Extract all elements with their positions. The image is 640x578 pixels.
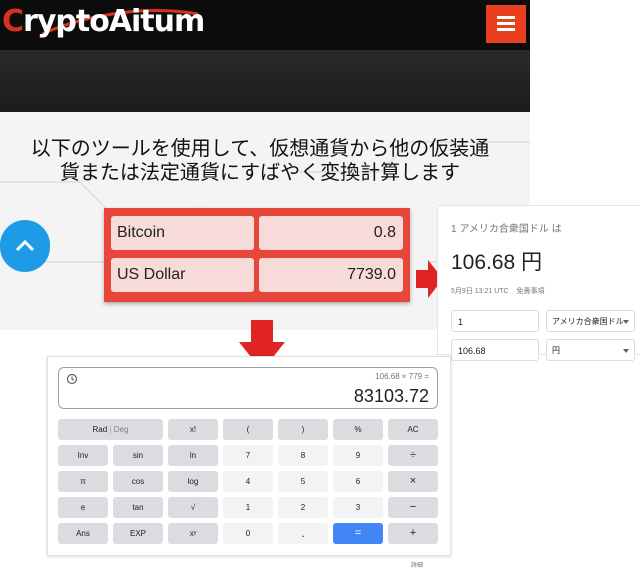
scroll-top-button[interactable] xyxy=(0,220,50,272)
calculator-display: 106.68 × 779 = 83103.72 xyxy=(58,367,438,409)
close-paren-button[interactable]: ) xyxy=(278,419,328,440)
headline-line-2: 貨または法定通貨にすばやく変換計算します xyxy=(59,160,461,184)
currency-select-2-label: 円 xyxy=(552,346,560,355)
from-currency-select[interactable]: Bitcoin xyxy=(111,216,254,250)
logo-text: CryptoAitum xyxy=(2,4,205,39)
pi-button[interactable]: π xyxy=(58,471,108,492)
digit-5-button[interactable]: 5 xyxy=(278,471,328,492)
to-currency-select[interactable]: US Dollar xyxy=(111,258,254,292)
sqrt-button[interactable]: √ xyxy=(168,497,218,518)
digit-7-button[interactable]: 7 xyxy=(223,445,273,466)
rate-label: 1 アメリカ合衆国ドル は xyxy=(451,224,562,235)
crypto-converter: Bitcoin 0.8 US Dollar 7739.0 xyxy=(104,208,410,302)
currency-select-1-label: アメリカ合衆国ドル xyxy=(552,317,624,326)
percent-button[interactable]: % xyxy=(333,419,383,440)
digit-9-button[interactable]: 9 xyxy=(333,445,383,466)
open-paren-button[interactable]: ( xyxy=(223,419,273,440)
plus-button[interactable]: + xyxy=(388,523,438,544)
digit-2-button[interactable]: 2 xyxy=(278,497,328,518)
dropdown-caret-icon xyxy=(623,320,629,324)
cos-button[interactable]: cos xyxy=(113,471,163,492)
ans-button[interactable]: Ans xyxy=(58,523,108,544)
logo[interactable]: CryptoAitum xyxy=(2,4,232,44)
decimal-button[interactable]: . xyxy=(278,523,328,544)
digit-3-button[interactable]: 3 xyxy=(333,497,383,518)
sin-button[interactable]: sin xyxy=(113,445,163,466)
digit-4-button[interactable]: 4 xyxy=(223,471,273,492)
rate-meta: 5月9日 13:21 UTC 免責事項 xyxy=(451,286,545,296)
page-headline: 以下のツールを使用して、仮想通貨から他の仮装通 貨または法定通貨にすばやく変換計… xyxy=(10,136,510,184)
tan-button[interactable]: tan xyxy=(113,497,163,518)
currency-select-1[interactable]: アメリカ合衆国ドル xyxy=(546,310,635,332)
clear-button[interactable]: AC xyxy=(388,419,438,440)
ln-button[interactable]: ln xyxy=(168,445,218,466)
minus-button[interactable]: − xyxy=(388,497,438,518)
log-button[interactable]: log xyxy=(168,471,218,492)
digit-6-button[interactable]: 6 xyxy=(333,471,383,492)
equals-button[interactable]: = xyxy=(333,523,383,544)
divide-button[interactable]: ÷ xyxy=(388,445,438,466)
to-amount-input[interactable]: 7739.0 xyxy=(259,258,403,292)
from-amount-input[interactable]: 0.8 xyxy=(259,216,403,250)
digit-1-button[interactable]: 1 xyxy=(223,497,273,518)
rad-deg-toggle[interactable]: Rad | Deg xyxy=(58,419,163,440)
amount-input-2[interactable]: 106.68 xyxy=(451,339,539,361)
amount-input-1[interactable]: 1 xyxy=(451,310,539,332)
disclaimer-link[interactable]: 免責事項 xyxy=(517,288,545,295)
calculator-result: 83103.72 xyxy=(353,386,429,406)
exp-button[interactable]: EXP xyxy=(113,523,163,544)
factorial-button[interactable]: x! xyxy=(168,419,218,440)
conversion-result: 106.68 円 xyxy=(451,251,543,274)
e-button[interactable]: e xyxy=(58,497,108,518)
google-currency-converter: 1 アメリカ合衆国ドル は 106.68 円 5月9日 13:21 UTC 免責… xyxy=(437,205,640,361)
history-icon[interactable] xyxy=(66,373,78,385)
digit-0-button[interactable]: 0 xyxy=(223,523,273,544)
calculator-expression: 106.68 × 779 = xyxy=(375,372,429,381)
inverse-button[interactable]: Inv xyxy=(58,445,108,466)
power-button[interactable]: xʸ xyxy=(168,523,218,544)
multiply-button[interactable]: × xyxy=(388,471,438,492)
google-calculator: 106.68 × 779 = 83103.72 Rad | Deg x! ( )… xyxy=(47,356,451,556)
rate-date: 5月9日 13:21 UTC xyxy=(451,288,509,295)
currency-select-2[interactable]: 円 xyxy=(546,339,635,361)
headline-line-1: 以下のツールを使用して、仮想通貨から他の仮装通 xyxy=(30,136,490,160)
site-header: CryptoAitum xyxy=(0,0,530,50)
chevron-up-icon xyxy=(15,239,35,252)
rad-label: Rad xyxy=(92,425,108,434)
more-info-link[interactable]: 詳細 xyxy=(411,560,423,569)
dropdown-caret-icon xyxy=(623,349,629,353)
deg-label: Deg xyxy=(113,425,129,434)
digit-8-button[interactable]: 8 xyxy=(278,445,328,466)
hero-banner xyxy=(0,50,530,112)
hamburger-menu-button[interactable] xyxy=(486,5,526,43)
